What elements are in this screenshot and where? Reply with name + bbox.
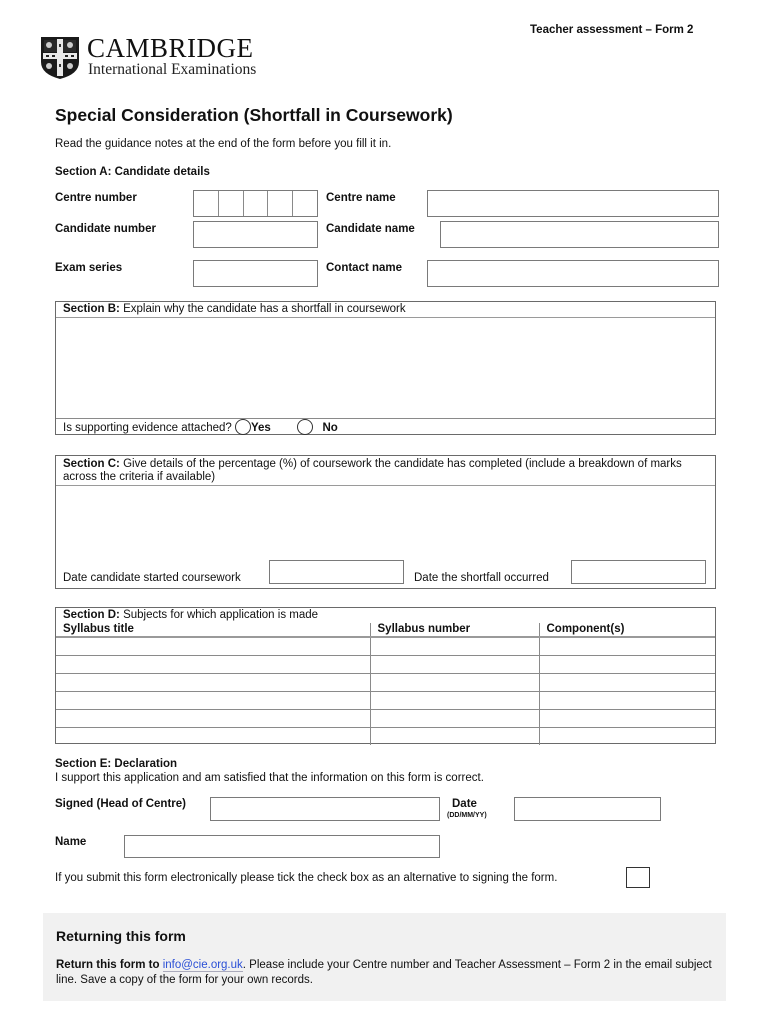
centre-number-label: Centre number [55,192,137,204]
returning-title: Returning this form [56,928,186,944]
evidence-question: Is supporting evidence attached? [63,422,232,434]
column-header-syllabus-number: Syllabus number [369,623,540,638]
logo-title: CAMBRIDGE [87,33,254,63]
components-cell[interactable] [538,636,715,656]
exam-series-label: Exam series [55,262,123,274]
syllabus-number-cell[interactable] [369,690,540,710]
signature-field[interactable] [210,797,440,821]
syllabus-title-cell[interactable] [56,726,371,745]
components-cell[interactable] [538,672,715,692]
centre-number-cell[interactable] [219,191,244,216]
candidate-number-field[interactable] [193,221,318,248]
page-title: Special Consideration (Shortfall in Cour… [55,105,453,125]
centre-name-label: Centre name [326,192,396,204]
signed-label: Signed (Head of Centre) [55,798,186,810]
table-header-row: Syllabus title Syllabus number Component… [56,623,715,638]
table-row [56,672,715,692]
cambridge-logo: CAMBRIDGE International Examinations [40,33,280,80]
date-label: Date [452,798,477,810]
centre-number-cell[interactable] [194,191,219,216]
name-label: Name [55,836,87,848]
university-crest-icon [41,37,79,79]
section-c-header: Section C: Give details of the percentag… [56,456,715,486]
section-d-instruction: Subjects for which application is made [119,609,319,621]
centre-number-cell[interactable] [244,191,269,216]
candidate-name-label: Candidate name [326,223,415,235]
section-c-label: Section C: [63,458,120,470]
evidence-no-label[interactable]: No [322,422,337,434]
declaration-statement: I support this application and am satisf… [55,772,484,784]
logo-subtitle: International Examinations [88,61,257,78]
components-cell[interactable] [538,726,715,745]
candidate-name-field[interactable] [440,221,719,248]
section-b: Section B: Explain why the candidate has… [55,301,716,435]
declarant-name-field[interactable] [124,835,440,858]
section-b-instruction: Explain why the candidate has a shortfal… [119,303,406,315]
syllabus-title-cell[interactable] [56,708,371,728]
column-header-components: Component(s) [538,623,715,638]
electronic-submission-note: If you submit this form electronically p… [55,872,558,884]
centre-number-cell[interactable] [268,191,294,216]
section-c-details-field[interactable] [56,486,715,558]
date-started-field[interactable] [269,560,404,584]
section-e-title: Section E: Declaration [55,758,178,770]
table-row [56,636,715,656]
components-cell[interactable] [538,690,715,710]
centre-number-cell[interactable] [293,191,317,216]
form-tag: Teacher assessment – Form 2 [530,24,694,36]
evidence-no-radio[interactable] [297,419,314,435]
contact-name-field[interactable] [427,260,719,287]
returning-panel: Returning this form Return this form to … [43,913,726,1001]
section-b-explanation-field[interactable] [56,318,715,418]
declaration-date-field[interactable] [514,797,661,821]
section-d-label: Section D: [63,609,120,621]
date-format-hint: (DD/MM/YY) [447,812,487,819]
syllabus-number-cell[interactable] [369,726,540,745]
electronic-submission-checkbox[interactable] [626,867,650,888]
returning-lead: Return this form to [56,959,160,971]
syllabus-number-cell[interactable] [369,636,540,656]
centre-name-field[interactable] [427,190,719,217]
exam-series-field[interactable] [193,260,318,287]
components-cell[interactable] [538,708,715,728]
section-a-title: Section A: Candidate details [55,166,210,178]
section-d-header: Section D: Subjects for which applicatio… [56,608,715,623]
syllabus-title-cell[interactable] [56,672,371,692]
column-header-syllabus-title: Syllabus title [56,623,371,638]
subjects-table: Syllabus title Syllabus number Component… [56,623,715,745]
email-link[interactable]: info@cie.org.uk [162,959,243,972]
date-started-label: Date candidate started coursework [63,572,241,584]
section-b-header: Section B: Explain why the candidate has… [56,302,715,318]
date-shortfall-label: Date the shortfall occurred [414,572,549,584]
table-row [56,654,715,674]
table-row [56,726,715,745]
guidance-text: Read the guidance notes at the end of th… [55,138,392,150]
syllabus-title-cell[interactable] [56,690,371,710]
syllabus-number-cell[interactable] [369,708,540,728]
section-b-label: Section B: [63,303,120,315]
candidate-number-label: Candidate number [55,223,156,235]
section-c-instruction: Give details of the percentage (%) of co… [63,458,682,483]
returning-text: Return this form to info@cie.org.uk. Ple… [56,958,716,988]
contact-name-label: Contact name [326,262,403,274]
date-shortfall-field[interactable] [571,560,706,584]
evidence-row: Is supporting evidence attached? Yes No [56,418,715,435]
section-c: Section C: Give details of the percentag… [55,455,716,589]
section-d: Section D: Subjects for which applicatio… [55,607,716,745]
syllabus-number-cell[interactable] [369,654,540,674]
centre-number-field [193,190,318,217]
table-row [56,690,715,710]
evidence-yes-label[interactable]: Yes [251,422,271,434]
evidence-yes-radio[interactable] [235,419,251,435]
syllabus-number-cell[interactable] [369,672,540,692]
table-row [56,708,715,728]
syllabus-title-cell[interactable] [56,636,371,656]
syllabus-title-cell[interactable] [56,654,371,674]
components-cell[interactable] [538,654,715,674]
